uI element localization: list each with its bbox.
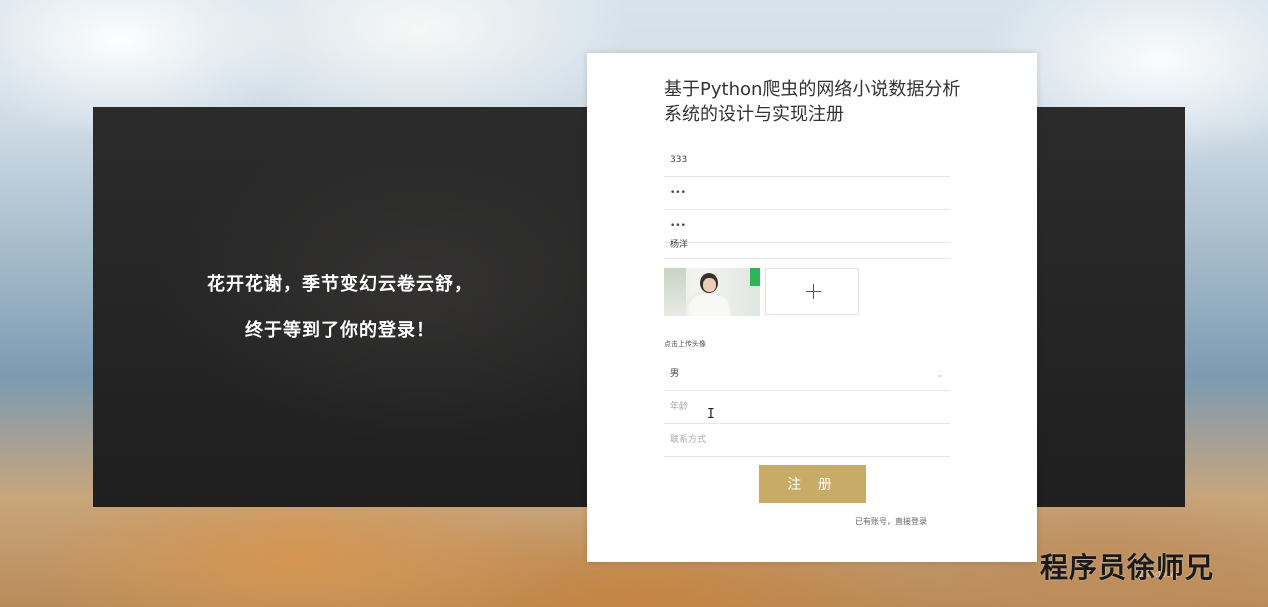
avatar-preview[interactable] — [664, 268, 760, 316]
login-link[interactable]: 已有账号，直接登录 — [855, 516, 927, 527]
register-button[interactable]: 注 册 — [759, 465, 866, 503]
author-watermark: 程序员徐师兄 — [1040, 551, 1215, 584]
chevron-down-icon: ⌄ — [936, 370, 943, 379]
upload-hint: 点击上传头像 — [664, 340, 706, 348]
preview-background — [664, 268, 686, 316]
password-value: ••• — [670, 188, 686, 198]
password-field[interactable]: ••• — [664, 177, 950, 210]
text-cursor-icon: I — [707, 407, 715, 422]
gender-value: 男 — [670, 369, 680, 379]
preview-green-block — [750, 268, 760, 286]
name-value: 杨洋 — [670, 240, 689, 250]
slogan: 花开花谢，季节变幻云卷云舒， 终于等到了你的登录！ — [93, 262, 587, 354]
preview-person-face — [703, 278, 716, 292]
age-placeholder: 年龄 — [670, 402, 689, 412]
avatar-upload-button[interactable] — [765, 268, 859, 315]
gender-select[interactable]: 男 — [664, 358, 950, 391]
account-value: 333 — [670, 155, 688, 165]
background: 花开花谢，季节变幻云卷云舒， 终于等到了你的登录！ 基于Python爬虫的网络小… — [0, 0, 1268, 607]
account-field[interactable]: 333 — [664, 144, 950, 177]
preview-person-body — [686, 292, 732, 316]
plus-icon-vertical — [813, 284, 814, 299]
slogan-line-2: 终于等到了你的登录！ — [245, 320, 435, 341]
contact-field[interactable]: 联系方式 — [664, 424, 950, 457]
register-card: 基于Python爬虫的网络小说数据分析系统的设计与实现注册 333 ••• ••… — [587, 53, 1037, 562]
contact-placeholder: 联系方式 — [670, 435, 707, 445]
name-field[interactable]: 杨洋 — [664, 229, 950, 259]
slogan-line-1: 花开花谢，季节变幻云卷云舒， — [207, 274, 473, 295]
form-title: 基于Python爬虫的网络小说数据分析系统的设计与实现注册 — [664, 79, 961, 125]
